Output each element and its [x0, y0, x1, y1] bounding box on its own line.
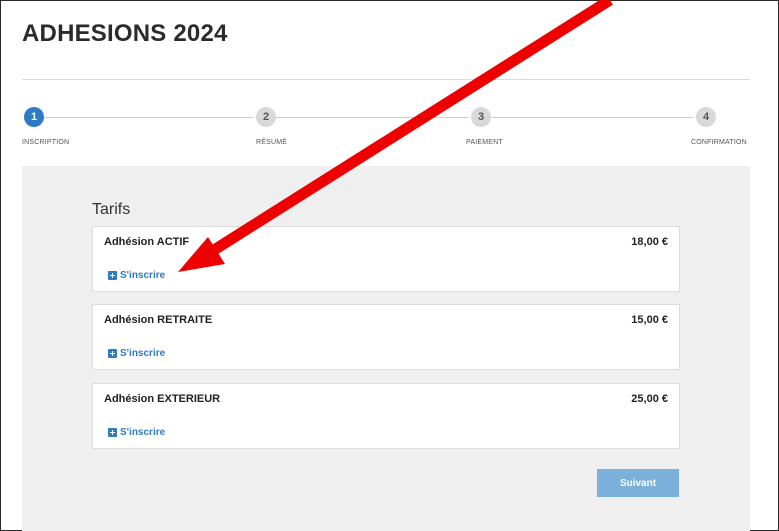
stepper-line [44, 117, 254, 118]
register-label: S'inscrire [120, 427, 166, 438]
tarif-name: Adhésion ACTIF [104, 236, 190, 248]
plus-square-icon [108, 428, 117, 437]
tarif-price: 25,00 € [631, 393, 668, 405]
step-4-label: CONFIRMATION [691, 139, 747, 146]
tarif-card-retraite: Adhésion RETRAITE 15,00 € S'inscrire [92, 304, 680, 370]
step-3-label: PAIEMENT [466, 139, 503, 146]
step-1-label: INSCRIPTION [22, 139, 70, 146]
tarif-price: 18,00 € [631, 236, 668, 248]
register-button[interactable]: S'inscrire [108, 270, 165, 281]
step-2-circle: 2 [256, 107, 276, 127]
title-divider [22, 79, 750, 80]
step-3-circle: 3 [471, 107, 491, 127]
tarif-name: Adhésion RETRAITE [104, 314, 213, 326]
tarif-card-actif: Adhésion ACTIF 18,00 € S'inscrire [92, 226, 680, 292]
plus-square-icon [108, 271, 117, 280]
register-button[interactable]: S'inscrire [108, 427, 165, 438]
step-1-circle[interactable]: 1 [24, 107, 44, 127]
register-label: S'inscrire [120, 270, 166, 281]
register-button[interactable]: S'inscrire [108, 348, 165, 359]
step-4-circle: 4 [696, 107, 716, 127]
stepper-line [491, 117, 694, 118]
page-title: ADHESIONS 2024 [22, 20, 228, 47]
tarif-name: Adhésion EXTERIEUR [104, 393, 221, 405]
next-button[interactable]: Suivant [597, 469, 679, 497]
plus-square-icon [108, 349, 117, 358]
tarifs-heading: Tarifs [92, 201, 131, 218]
tarif-card-exterieur: Adhésion EXTERIEUR 25,00 € S'inscrire [92, 383, 680, 449]
register-label: S'inscrire [120, 348, 166, 359]
step-2-label: RÉSUMÉ [256, 139, 288, 146]
tarif-price: 15,00 € [631, 314, 668, 326]
stepper-line [276, 117, 469, 118]
